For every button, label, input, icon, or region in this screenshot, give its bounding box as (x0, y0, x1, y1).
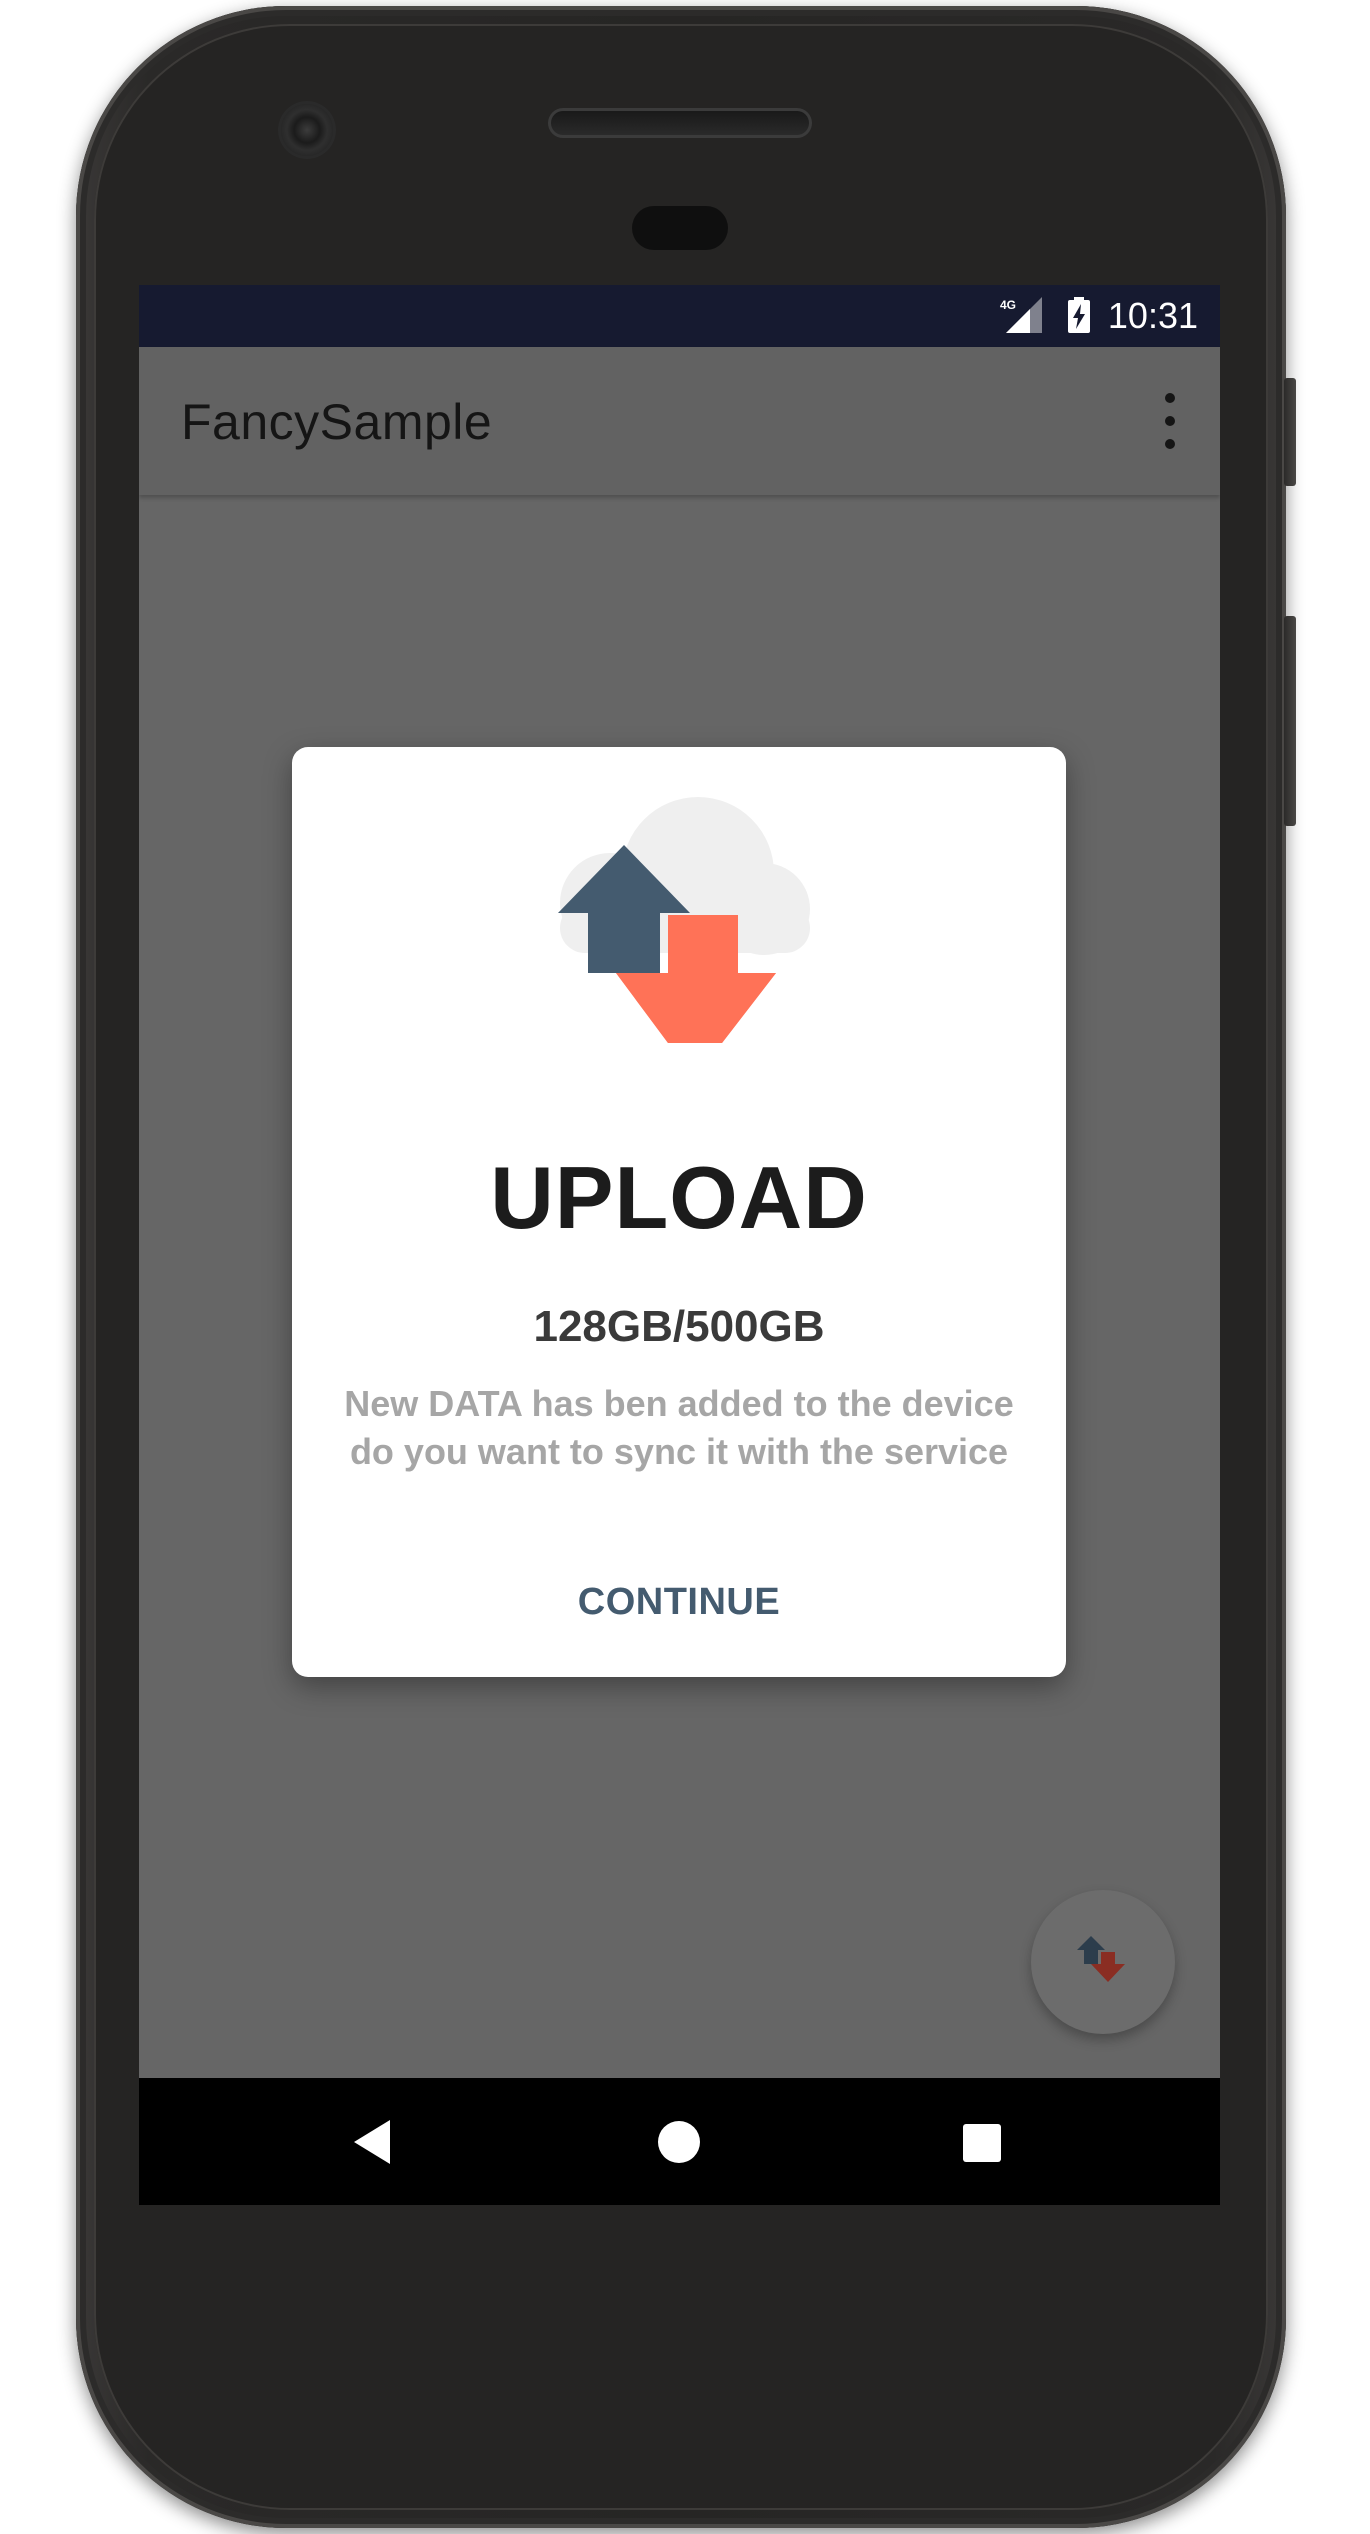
volume-button (1284, 616, 1296, 826)
continue-button[interactable]: CONTINUE (532, 1567, 826, 1637)
earpiece-speaker (548, 108, 812, 138)
navigation-bar (139, 2078, 1220, 2205)
status-bar: 4G 10:31 (139, 285, 1220, 347)
upload-dialog: UPLOAD 128GB/500GB New DATA has ben adde… (292, 747, 1066, 1677)
dialog-subtitle: 128GB/500GB (533, 1302, 825, 1351)
upload-download-icon (1077, 1936, 1125, 1982)
dialog-title: UPLOAD (490, 1148, 868, 1247)
cloud-upload-download-icon (558, 797, 810, 1043)
back-triangle-icon[interactable] (352, 2120, 392, 2164)
front-camera (281, 104, 333, 156)
recents-square-icon[interactable] (963, 2124, 1001, 2162)
app-bar: FancySample (139, 347, 1220, 495)
home-circle-icon[interactable] (657, 2120, 701, 2164)
dialog-message: New DATA has ben added to the device do … (344, 1383, 1014, 1472)
app-title: FancySample (181, 394, 493, 450)
battery-charging-icon (1068, 297, 1090, 333)
floating-action-button[interactable] (1031, 1890, 1175, 2034)
proximity-sensor (632, 206, 728, 250)
power-button (1284, 378, 1296, 486)
network-type-label: 4G (1000, 298, 1016, 312)
status-time: 10:31 (1107, 295, 1198, 336)
more-vert-icon[interactable] (1160, 393, 1180, 449)
signal-4g-icon: 4G (1000, 297, 1042, 333)
screen: 4G 10:31 FancySample UPLOAD 128GB/500GB … (139, 285, 1220, 2205)
